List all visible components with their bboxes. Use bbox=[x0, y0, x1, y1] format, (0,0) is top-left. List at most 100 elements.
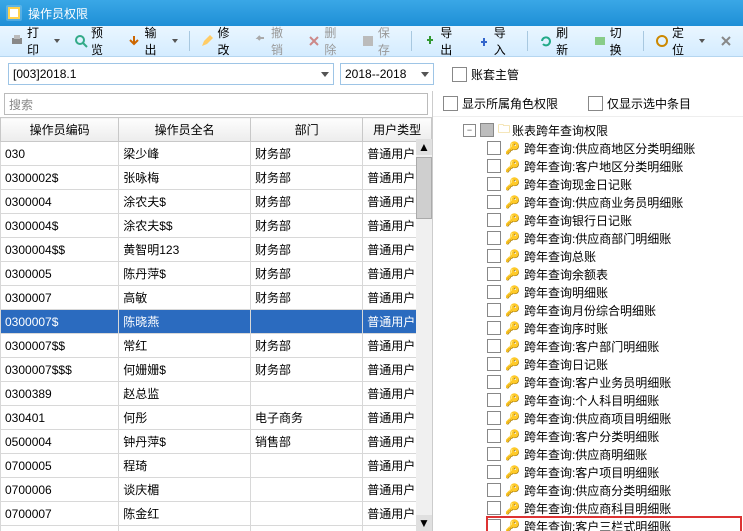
save-button[interactable]: 保存 bbox=[355, 22, 406, 60]
tree-item[interactable]: 🔑跨年查询:供应商明细账 bbox=[487, 445, 741, 463]
account-combo[interactable]: [003]2018.1 bbox=[8, 63, 334, 85]
checkbox-icon[interactable] bbox=[487, 339, 501, 353]
output-button[interactable]: 输出 bbox=[121, 22, 183, 60]
table-row[interactable]: 0700007陈金红普通用户 bbox=[1, 502, 432, 526]
exportf-button[interactable]: 导出 bbox=[417, 22, 468, 60]
permission-tree[interactable]: − 🗀 账表跨年查询权限 🔑跨年查询:供应商地区分类明细账🔑跨年查询:客户地区分… bbox=[433, 116, 743, 531]
cell-name: 陈丹萍$ bbox=[119, 262, 251, 286]
refresh-button[interactable]: 刷新 bbox=[533, 22, 584, 60]
more-button[interactable] bbox=[713, 32, 739, 50]
cell-name: 高敏 bbox=[119, 286, 251, 310]
scroll-up-icon[interactable]: ▲ bbox=[416, 139, 432, 155]
table-row[interactable]: 0300004$涂农夫$$财务部普通用户 bbox=[1, 214, 432, 238]
checkbox-icon[interactable] bbox=[487, 303, 501, 317]
tree-item[interactable]: 🔑跨年查询月份综合明细账 bbox=[487, 301, 741, 319]
checkbox-icon[interactable] bbox=[487, 447, 501, 461]
table-row[interactable]: 030401何彤电子商务普通用户 bbox=[1, 406, 432, 430]
checkbox-icon[interactable] bbox=[487, 375, 501, 389]
tree-item[interactable]: 🔑跨年查询:供应商部门明细账 bbox=[487, 229, 741, 247]
year-combo[interactable]: 2018--2018 bbox=[340, 63, 434, 85]
tree-item[interactable]: 🔑跨年查询现金日记账 bbox=[487, 175, 741, 193]
tree-item[interactable]: 🔑跨年查询:客户项目明细账 bbox=[487, 463, 741, 481]
checkbox-icon[interactable] bbox=[487, 519, 501, 531]
table-row[interactable]: 0300005陈丹萍$财务部普通用户 bbox=[1, 262, 432, 286]
checkbox-icon[interactable] bbox=[487, 267, 501, 281]
locate-icon bbox=[655, 34, 669, 48]
col-dept[interactable]: 部门 bbox=[250, 118, 362, 142]
tree-item[interactable]: 🔑跨年查询:个人科目明细账 bbox=[487, 391, 741, 409]
table-row[interactable]: 0700006谈庆楣普通用户 bbox=[1, 478, 432, 502]
checkbox-icon[interactable] bbox=[487, 231, 501, 245]
scroll-down-icon[interactable]: ▼ bbox=[416, 515, 432, 531]
table-row[interactable]: 0300007$$常红财务部普通用户 bbox=[1, 334, 432, 358]
tree-item[interactable]: 🔑跨年查询总账 bbox=[487, 247, 741, 265]
checkbox-icon[interactable] bbox=[487, 141, 501, 155]
importf-button[interactable]: 导入 bbox=[471, 22, 522, 60]
table-row[interactable]: 0300007$$$何姗姗$财务部普通用户 bbox=[1, 358, 432, 382]
supervisor-checkbox[interactable]: 账套主管 bbox=[452, 66, 519, 83]
tree-item[interactable]: 🔑跨年查询明细账 bbox=[487, 283, 741, 301]
col-name[interactable]: 操作员全名 bbox=[119, 118, 251, 142]
tree-item[interactable]: 🔑跨年查询日记账 bbox=[487, 355, 741, 373]
delete-button[interactable]: 删除 bbox=[301, 22, 352, 60]
tree-root[interactable]: − 🗀 账表跨年查询权限 bbox=[463, 121, 741, 139]
table-row[interactable]: 0700005程琦普通用户 bbox=[1, 454, 432, 478]
tree-item[interactable]: 🔑跨年查询银行日记账 bbox=[487, 211, 741, 229]
tree-item[interactable]: 🔑跨年查询:供应商地区分类明细账 bbox=[487, 139, 741, 157]
tree-item[interactable]: 🔑跨年查询:客户地区分类明细账 bbox=[487, 157, 741, 175]
vertical-scrollbar[interactable]: ▲ ▼ bbox=[416, 139, 432, 531]
operator-grid[interactable]: 操作员编码 操作员全名 部门 用户类型 030梁少峰财务部普通用户0300002… bbox=[0, 117, 432, 531]
checkbox-icon[interactable] bbox=[487, 465, 501, 479]
collapse-icon[interactable]: − bbox=[463, 124, 476, 137]
tree-item[interactable]: 🔑跨年查询:客户三栏式明细账 bbox=[487, 517, 741, 531]
show-roles-checkbox[interactable]: 显示所属角色权限 bbox=[443, 95, 558, 112]
cell-dept bbox=[250, 310, 362, 334]
scroll-thumb[interactable] bbox=[416, 157, 432, 219]
only-selected-checkbox[interactable]: 仅显示选中条目 bbox=[588, 95, 691, 112]
tree-item[interactable]: 🔑跨年查询:供应商项目明细账 bbox=[487, 409, 741, 427]
checkbox-icon[interactable] bbox=[487, 501, 501, 515]
table-row[interactable]: 0300002$张咏梅财务部普通用户 bbox=[1, 166, 432, 190]
checkbox-icon[interactable] bbox=[487, 177, 501, 191]
tree-item[interactable]: 🔑跨年查询:客户部门明细账 bbox=[487, 337, 741, 355]
table-row[interactable]: 0906491张劲销售部普通用户 bbox=[1, 526, 432, 531]
undo-button[interactable]: 撤销 bbox=[248, 22, 299, 60]
checkbox-icon[interactable] bbox=[487, 411, 501, 425]
checkbox-icon[interactable] bbox=[480, 123, 494, 137]
table-row[interactable]: 0300004$$黄智明123财务部普通用户 bbox=[1, 238, 432, 262]
tree-item[interactable]: 🔑跨年查询序时账 bbox=[487, 319, 741, 337]
tree-item[interactable]: 🔑跨年查询余额表 bbox=[487, 265, 741, 283]
tree-item[interactable]: 🔑跨年查询:客户业务员明细账 bbox=[487, 373, 741, 391]
col-type[interactable]: 用户类型 bbox=[363, 118, 432, 142]
checkbox-icon[interactable] bbox=[487, 393, 501, 407]
table-row[interactable]: 0500004钟丹萍$销售部普通用户 bbox=[1, 430, 432, 454]
key-icon: 🔑 bbox=[505, 285, 520, 299]
table-row[interactable]: 030梁少峰财务部普通用户 bbox=[1, 142, 432, 166]
tree-item-label: 跨年查询:供应商科目明细账 bbox=[524, 500, 671, 517]
checkbox-icon[interactable] bbox=[487, 429, 501, 443]
table-row[interactable]: 0300007$陈晓燕普通用户 bbox=[1, 310, 432, 334]
cross-icon bbox=[719, 34, 733, 48]
preview-button[interactable]: 预览 bbox=[68, 22, 119, 60]
checkbox-icon[interactable] bbox=[487, 483, 501, 497]
checkbox-icon[interactable] bbox=[487, 357, 501, 371]
checkbox-icon[interactable] bbox=[487, 321, 501, 335]
checkbox-icon[interactable] bbox=[487, 195, 501, 209]
tree-item[interactable]: 🔑跨年查询:客户分类明细账 bbox=[487, 427, 741, 445]
locate-button[interactable]: 定位 bbox=[649, 22, 711, 60]
switch-button[interactable]: 切换 bbox=[587, 22, 638, 60]
edit-button[interactable]: 修改 bbox=[194, 22, 245, 60]
search-input[interactable]: 搜索 bbox=[4, 93, 428, 115]
col-code[interactable]: 操作员编码 bbox=[1, 118, 119, 142]
tree-item[interactable]: 🔑跨年查询:供应商业务员明细账 bbox=[487, 193, 741, 211]
tree-item[interactable]: 🔑跨年查询:供应商科目明细账 bbox=[487, 499, 741, 517]
tree-item[interactable]: 🔑跨年查询:供应商分类明细账 bbox=[487, 481, 741, 499]
checkbox-icon[interactable] bbox=[487, 285, 501, 299]
print-button[interactable]: 打印 bbox=[4, 22, 66, 60]
table-row[interactable]: 0300004涂农夫$财务部普通用户 bbox=[1, 190, 432, 214]
checkbox-icon[interactable] bbox=[487, 249, 501, 263]
table-row[interactable]: 0300389赵总监普通用户 bbox=[1, 382, 432, 406]
checkbox-icon[interactable] bbox=[487, 159, 501, 173]
checkbox-icon[interactable] bbox=[487, 213, 501, 227]
table-row[interactable]: 0300007高敏财务部普通用户 bbox=[1, 286, 432, 310]
